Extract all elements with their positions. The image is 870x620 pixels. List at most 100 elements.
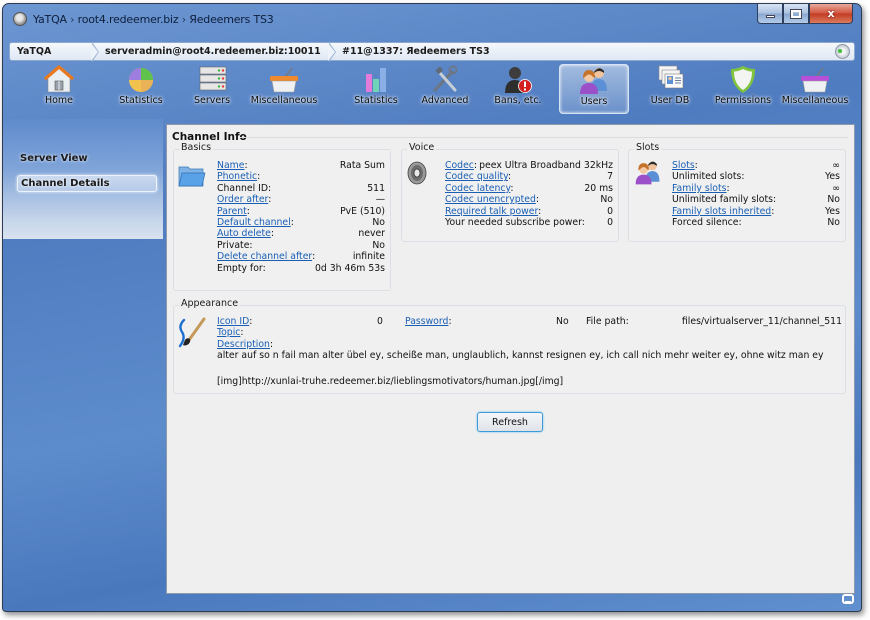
minimize-button[interactable] — [757, 4, 783, 24]
info-row: Forced silence: No — [672, 217, 840, 228]
users-icon — [580, 68, 607, 94]
info-row: Auto delete: never — [217, 228, 385, 239]
toolbar-miscellaneous-2[interactable]: Miscellaneous — [777, 64, 853, 114]
toolbar-label: Servers — [193, 95, 231, 106]
description-line — [217, 363, 842, 376]
teamspeak-status-icon[interactable] — [835, 44, 850, 59]
toolbar-users[interactable]: Users — [559, 64, 629, 114]
sidebar: Server View Channel Details — [3, 119, 163, 239]
info-key-link[interactable]: Delete channel after — [217, 251, 312, 262]
breadcrumb-item-query-login[interactable]: serveradmin@root4.redeemer.biz:10011 — [93, 42, 336, 62]
title-part-server: Яedeemers TS3 — [189, 13, 274, 26]
info-key-label: Your needed subscribe power — [445, 216, 582, 228]
info-value: PvE (510) — [340, 205, 385, 217]
info-value: Rata Sum — [339, 160, 385, 171]
toolbar-miscellaneous[interactable]: Miscellaneous — [246, 64, 322, 114]
toolbar-statistics[interactable]: Statistics — [113, 64, 169, 114]
info-key-link[interactable]: Family slots — [672, 183, 726, 194]
maximize-icon — [790, 8, 802, 19]
info-key: Codec unencrypted: — [445, 194, 540, 206]
topic-link[interactable]: Topic — [217, 327, 240, 338]
restore-window-icon[interactable] — [842, 594, 854, 604]
toolbar-label: Miscellaneous — [781, 95, 849, 106]
toolbar-bans[interactable]: Bans, etc. — [491, 64, 545, 114]
info-key-link[interactable]: Name — [217, 160, 244, 171]
file-path-label: File path: — [586, 316, 629, 327]
appearance-row-description: Description: — [217, 338, 274, 350]
info-value: ∞ — [832, 182, 840, 194]
app-window: YaTQA › root4.redeemer.biz › Яedeemers T… — [2, 3, 862, 612]
toolbar-advanced[interactable]: Advanced — [416, 64, 474, 114]
info-key: Channel ID: — [217, 182, 272, 194]
info-key-link[interactable]: Required talk power — [445, 206, 538, 217]
info-key-link[interactable]: Codec — [445, 160, 474, 171]
info-key-link[interactable]: Codec quality — [445, 171, 508, 182]
voice-group: Voice Codec: peex Ultra Broadband 32kHz Co… — [401, 142, 619, 242]
description-link[interactable]: Description — [217, 339, 270, 350]
info-value: — — [375, 194, 385, 206]
title-bar[interactable]: YaTQA › root4.redeemer.biz › Яedeemers T… — [3, 4, 861, 36]
title-separator: › — [70, 13, 75, 26]
group-label: Appearance — [179, 298, 241, 309]
info-key-link[interactable]: Default channel — [217, 217, 291, 228]
app-icon — [13, 12, 27, 26]
maximize-button[interactable] — [783, 4, 809, 24]
info-key-label: Forced silence — [672, 216, 739, 228]
info-key: Codec: — [445, 160, 478, 171]
info-key-label: Unlimited slots — [672, 171, 742, 183]
basics-rows: Name: Rata Sum Phonetic: Channel ID: 511 Orde… — [217, 160, 385, 274]
info-key-link[interactable]: Order after — [217, 194, 268, 205]
breadcrumb-label: YaTQA — [17, 46, 52, 57]
info-key-label: Unlimited family slots — [672, 194, 773, 206]
breadcrumb-separator-icon — [91, 42, 99, 62]
info-key: Name: — [217, 160, 248, 171]
info-key-link[interactable]: Codec latency — [445, 183, 510, 194]
info-key: Codec latency: — [445, 182, 514, 194]
toolbar-servers[interactable]: Servers — [189, 64, 235, 114]
info-row: Codec: peex Ultra Broadband 32kHz — [445, 160, 613, 171]
toolbar-user-db[interactable]: User DB — [645, 64, 695, 114]
slots-group: Slots Slots: ∞ Unlimited slots: Yes Family s… — [628, 142, 846, 242]
breadcrumb-label: #11@1337: Яedeemers TS3 — [342, 46, 490, 57]
toolbar-home[interactable]: Home — [37, 64, 81, 114]
info-row: Family slots: ∞ — [672, 183, 840, 194]
toolbar-server-statistics[interactable]: Statistics — [348, 64, 404, 114]
minimize-icon — [765, 15, 775, 18]
info-value: 0 — [607, 205, 613, 217]
main-toolbar: Home Statistics Servers Miscellaneous St… — [3, 64, 861, 116]
breadcrumb-item-app[interactable]: YaTQA — [10, 42, 99, 62]
password-field: Password: — [405, 316, 452, 327]
toolbar-permissions[interactable]: Permissions — [710, 64, 776, 114]
info-row: Codec quality: 7 — [445, 171, 613, 182]
section-divider — [239, 137, 848, 138]
info-key: Family slots: — [672, 182, 730, 194]
sidebar-item-server-view[interactable]: Server View — [17, 150, 157, 167]
breadcrumb-item-virtual-server[interactable]: #11@1337: Яedeemers TS3 — [330, 43, 490, 60]
pie-chart-icon — [129, 68, 153, 92]
password-link[interactable]: Password — [405, 316, 448, 327]
folder-icon — [178, 166, 206, 187]
info-key-link[interactable]: Auto delete — [217, 228, 271, 239]
info-key-link[interactable]: Family slots inherited — [672, 206, 771, 217]
info-value: Yes — [824, 205, 840, 217]
toolbar-label: Statistics — [119, 95, 163, 106]
icon-id-link[interactable]: Icon ID — [217, 316, 249, 327]
info-key: Unlimited slots: — [672, 171, 745, 183]
description-line: alter auf so n fail man alter übel ey, s… — [217, 350, 824, 362]
info-row: Delete channel after: infinite — [217, 251, 385, 262]
breadcrumb: YaTQA serveradmin@root4.redeemer.biz:100… — [9, 42, 855, 62]
info-row: Family slots inherited: Yes — [672, 206, 840, 217]
sidebar-item-label: Server View — [20, 153, 88, 164]
info-key-link[interactable]: Phonetic — [217, 171, 257, 182]
appearance-row-icon-password: Icon ID: 0 Password: No File path: files… — [217, 316, 842, 327]
refresh-button[interactable]: Refresh — [477, 412, 543, 432]
info-key-link[interactable]: Parent — [217, 206, 247, 217]
tools-icon — [433, 65, 458, 92]
info-key-link[interactable]: Slots — [672, 160, 695, 171]
info-key-link[interactable]: Codec unencrypted — [445, 194, 536, 205]
sidebar-item-channel-details[interactable]: Channel Details — [17, 175, 157, 192]
password-value: No — [556, 316, 569, 327]
info-row: Channel ID: 511 — [217, 183, 385, 194]
close-button[interactable]: x — [809, 4, 853, 24]
window-title: YaTQA › root4.redeemer.biz › Яedeemers T… — [33, 13, 274, 26]
